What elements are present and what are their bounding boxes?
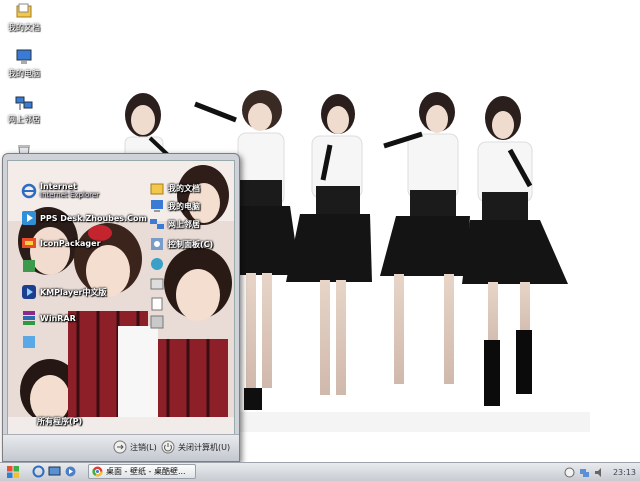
menu-item-my-computer[interactable]: 我的电脑 [149, 198, 200, 214]
desktop-icon-network-places[interactable]: 网上邻居 [4, 94, 44, 125]
menu-item-sublabel: Internet Explorer [40, 191, 100, 199]
desktop-icon-label: 我的文档 [8, 23, 40, 32]
volume-icon[interactable] [594, 467, 605, 478]
windows-logo-icon [7, 466, 19, 478]
all-programs-button[interactable]: 所有程序(P) [37, 416, 82, 427]
power-icon [161, 440, 175, 454]
menu-item-iconpackager[interactable]: IconPackager [21, 235, 101, 251]
logoff-label: 注销(L) [130, 442, 157, 452]
menu-item-label: IconPackager [40, 238, 101, 248]
network-places-icon [150, 219, 164, 229]
menu-item-control-panel[interactable]: 控制面板(C) [149, 236, 213, 252]
desktop-icon-label: 网上邻居 [8, 115, 40, 124]
desktop-icon-my-documents[interactable]: 我的文档 [4, 2, 44, 33]
menu-item-my-documents[interactable]: 我的文档 [149, 180, 200, 196]
internet-explorer-icon[interactable] [32, 465, 45, 478]
menu-item-kmplayer[interactable]: KMPlayer中文版 [21, 284, 107, 300]
taskbar-window-label: 桌面 - 壁纸 - 桌酷壁... [106, 467, 186, 476]
network-icon[interactable] [579, 467, 590, 478]
menu-item-app[interactable] [21, 258, 40, 274]
app-icon [23, 336, 35, 348]
kmplayer-icon [22, 285, 36, 299]
app-icon [151, 258, 163, 270]
app-icon [151, 297, 163, 311]
internet-explorer-icon [21, 183, 37, 198]
menu-item-internet[interactable]: Internet Internet Explorer [21, 182, 99, 199]
my-documents-icon [16, 3, 32, 18]
shutdown-button[interactable]: 关闭计算机(U) [161, 440, 230, 454]
winrar-icon [23, 311, 35, 325]
clock[interactable]: 23:13 [613, 468, 636, 477]
chrome-icon [92, 466, 103, 477]
logoff-button[interactable]: 注销(L) [113, 440, 157, 454]
start-menu: Internet Internet Explorer PPS Desk.Zhoub… [2, 153, 240, 462]
start-menu-footer: 注销(L) 关闭计算机(U) [3, 434, 239, 461]
control-panel-icon [151, 238, 163, 250]
menu-item-pps[interactable]: PPS Desk.Zhoubes.Com [21, 210, 147, 226]
menu-item-label: 我的文档 [168, 183, 200, 193]
menu-item-label: 网上邻居 [168, 219, 200, 229]
menu-item-label: WinRAR [40, 313, 76, 323]
my-documents-icon [150, 183, 164, 195]
iconpackager-icon [22, 238, 36, 248]
menu-item-network-places[interactable]: 网上邻居 [149, 216, 200, 232]
menu-item-app[interactable] [149, 296, 168, 312]
menu-item-label: 控制面板(C) [168, 239, 214, 249]
app-icon [23, 260, 35, 272]
pps-icon [22, 211, 36, 225]
app-icon [150, 315, 164, 329]
menu-item-label: PPS Desk.Zhoubes.Com [40, 213, 147, 223]
menu-item-label: KMPlayer中文版 [40, 287, 107, 297]
desktop-icon-label: 我的电脑 [8, 69, 40, 78]
shutdown-label: 关闭计算机(U) [178, 442, 231, 452]
media-player-icon[interactable] [64, 465, 77, 478]
menu-item-app[interactable] [149, 276, 168, 292]
desktop-icon-my-computer[interactable]: 我的电脑 [4, 48, 44, 79]
taskbar: 桌面 - 壁纸 - 桌酷壁... 23:13 [0, 462, 640, 481]
language-bar-icon[interactable] [564, 467, 575, 478]
menu-item-app[interactable] [149, 314, 168, 330]
taskbar-window-button[interactable]: 桌面 - 壁纸 - 桌酷壁... [88, 464, 196, 479]
menu-item-app[interactable] [21, 334, 40, 350]
network-places-icon [15, 96, 33, 110]
menu-item-winrar[interactable]: WinRAR [21, 310, 76, 326]
menu-item-label: Internet [40, 182, 77, 191]
app-icon [150, 278, 164, 290]
start-button[interactable] [0, 463, 26, 481]
show-desktop-icon[interactable] [48, 465, 61, 478]
all-programs-label: 所有程序(P) [37, 417, 83, 426]
logoff-icon [113, 440, 127, 454]
my-computer-icon [151, 200, 163, 212]
menu-item-label: 我的电脑 [168, 201, 200, 211]
my-computer-icon [16, 49, 32, 64]
system-tray: 23:13 [564, 463, 640, 481]
menu-item-app[interactable] [149, 256, 168, 272]
